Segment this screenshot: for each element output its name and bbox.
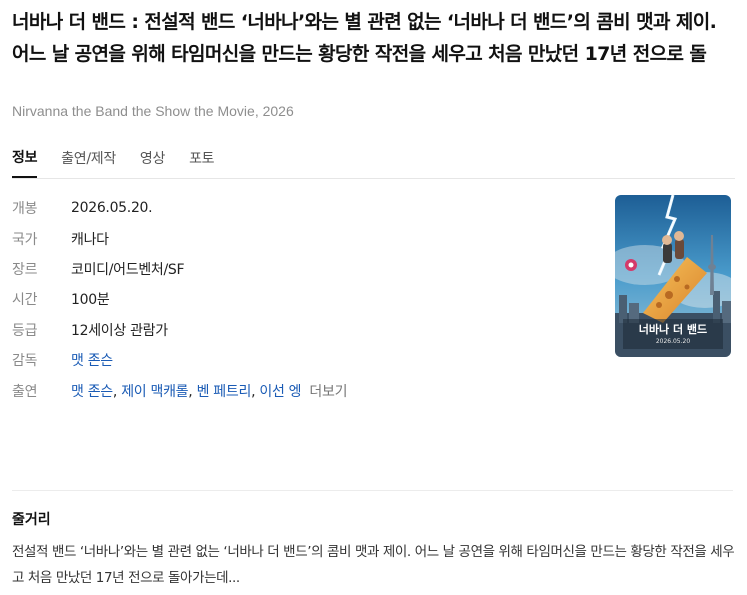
- info-row-cast: 출연 맷 존슨, 제이 맥캐롤, 벤 페트리, 이선 엥 더보기: [12, 375, 347, 405]
- section-divider: [12, 490, 733, 491]
- separator: ,: [188, 383, 197, 400]
- info-label: 국가: [12, 231, 38, 248]
- original-title: Nirvanna the Band the Show the Movie, 20…: [12, 103, 294, 119]
- page-title: 너바나 더 밴드 : 전설적 밴드 ‘너바나’와는 별 관련 없는 ‘너바나 더…: [12, 11, 717, 65]
- info-label: 출연: [12, 383, 38, 400]
- tab-info[interactable]: 정보: [12, 138, 37, 178]
- info-label: 장르: [12, 261, 38, 278]
- movie-info-list: 개봉 2026.05.20. 국가 캐나다 장르 코미디/어드벤처/SF 시간 …: [12, 193, 347, 406]
- info-row-director: 감독 맷 존슨: [12, 345, 347, 375]
- country: 캐나다: [71, 231, 109, 248]
- info-label: 등급: [12, 322, 38, 339]
- synopsis-heading: 줄거리: [12, 512, 51, 528]
- cast-link[interactable]: 벤 페트리: [197, 384, 252, 400]
- info-label: 개봉: [12, 201, 38, 218]
- info-row-country: 국가 캐나다: [12, 223, 347, 253]
- runtime: 100분: [71, 292, 110, 309]
- synopsis-text: 전설적 밴드 ‘너바나’와는 별 관련 없는 ‘너바나 더 밴드’의 콤비 맷과…: [12, 544, 735, 586]
- cast-link[interactable]: 이선 엥: [259, 384, 301, 400]
- tab-cast-crew[interactable]: 출연/제작: [61, 138, 116, 178]
- tab-bar: 정보 출연/제작 영상 포토: [12, 138, 735, 179]
- movie-poster[interactable]: 너바나 더 밴드 2026.05.20: [615, 195, 731, 357]
- poster-title: 너바나 더 밴드: [638, 323, 708, 336]
- cast-link[interactable]: 맷 존슨: [71, 384, 113, 400]
- genre: 코미디/어드벤처/SF: [71, 261, 185, 278]
- info-label: 감독: [12, 353, 38, 370]
- separator: ,: [112, 383, 122, 400]
- release-date: 2026.05.20.: [71, 200, 153, 217]
- info-row-runtime: 시간 100분: [12, 284, 347, 314]
- tab-photo[interactable]: 포토: [189, 138, 214, 178]
- info-row-rating: 등급 12세이상 관람가: [12, 315, 347, 345]
- more-cast-button[interactable]: 더보기: [309, 384, 347, 400]
- cast-link[interactable]: 제이 맥캐롤: [121, 384, 188, 400]
- poster-date: 2026.05.20: [655, 338, 691, 345]
- age-rating: 12세이상 관람가: [71, 322, 168, 339]
- tab-video[interactable]: 영상: [140, 138, 165, 178]
- info-label: 시간: [12, 292, 38, 309]
- info-row-release: 개봉 2026.05.20.: [12, 193, 347, 223]
- info-row-genre: 장르 코미디/어드벤처/SF: [12, 254, 347, 284]
- director-link[interactable]: 맷 존슨: [71, 350, 113, 370]
